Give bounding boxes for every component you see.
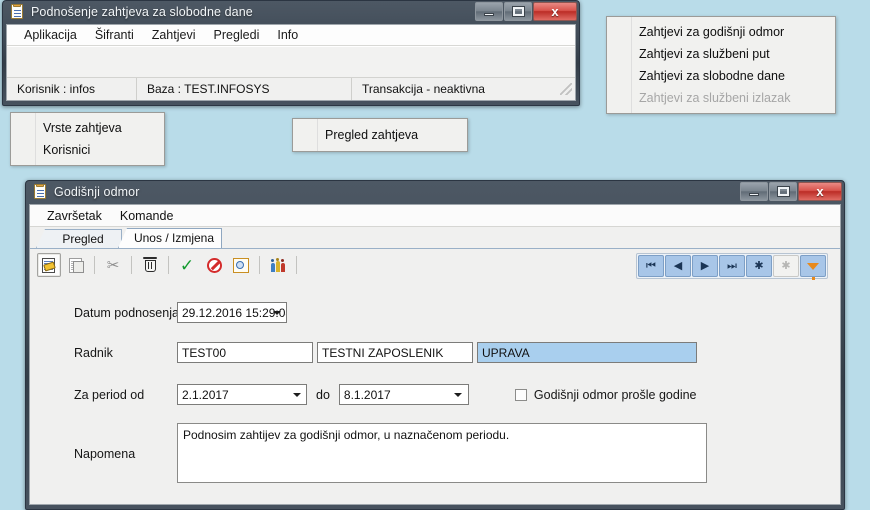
menu-item-zahtjevi[interactable]: Zahtjevi (143, 26, 205, 44)
users-icon[interactable] (266, 253, 290, 277)
delete-record-icon[interactable] (138, 253, 162, 277)
period-to-label: do (316, 387, 330, 402)
close-icon: x (551, 4, 559, 19)
menu-option-korisnici[interactable]: Korisnici (11, 139, 164, 161)
field-row-period: Za period od 2.1.2017 do 8.1.2017 Godišn… (74, 384, 697, 405)
new-record-button[interactable]: ✱ (746, 255, 772, 277)
main-window-client: Aplikacija Šifranti Zahtjevi Pregledi In… (6, 24, 576, 101)
datum-label: Datum podnosenja (74, 305, 179, 320)
menu-sifranti-dropdown: Vrste zahtjeva Korisnici (10, 112, 165, 166)
toolbar-separator (131, 256, 132, 274)
confirm-icon[interactable]: ✓ (175, 253, 199, 277)
field-row-radnik: Radnik TEST00 TESTNI ZAPOSLENIK UPRAVA (74, 342, 697, 363)
cut-record-icon: ✂ (106, 256, 120, 274)
menu-item-info[interactable]: Info (268, 26, 307, 44)
toolbar-separator (168, 256, 169, 274)
toolbar-separator (296, 256, 297, 274)
resize-grip-icon[interactable] (560, 83, 572, 95)
datum-combobox[interactable]: 29.12.2016 15:29:08 (177, 302, 287, 323)
form-menubar: Završetak Komande (30, 205, 840, 227)
filter-button[interactable] (800, 255, 826, 282)
period-label: Za period od (74, 387, 145, 402)
last-record-button[interactable]: ⏭ (719, 255, 745, 277)
tab-unos-izmjena[interactable]: Unos / Izmjena (118, 228, 222, 248)
form-window-controls: x (739, 182, 842, 201)
maximize-button[interactable] (769, 182, 797, 201)
form-toolbar: ✂ ✓ ⏮ ◀ ▶ ⏭ ✱ ✱ (30, 249, 840, 282)
preview-icon[interactable] (229, 253, 253, 277)
tab-pregled[interactable]: Pregled (36, 229, 122, 248)
menu-option-vrste-zahtjeva[interactable]: Vrste zahtjeva (11, 117, 164, 139)
minimize-button[interactable] (475, 2, 503, 21)
form-body: Datum podnosenja 29.12.2016 15:29:08 Rad… (30, 280, 840, 504)
chevron-down-icon[interactable] (269, 306, 284, 319)
radnik-label: Radnik (74, 345, 113, 360)
new-record-icon[interactable] (37, 253, 61, 277)
menu-option-sluzbeni-put[interactable]: Zahtjevi za službeni put (607, 43, 835, 65)
previous-year-checkbox[interactable] (514, 388, 527, 401)
next-record-button[interactable]: ▶ (692, 255, 718, 277)
chevron-down-icon[interactable] (289, 388, 304, 401)
period-from-combobox[interactable]: 2.1.2017 (177, 384, 307, 405)
tab-pregled-label: Pregled (62, 231, 104, 246)
radnik-code-input[interactable]: TEST00 (177, 342, 313, 363)
main-statusbar: Korisnik : infos Baza : TEST.INFOSYS Tra… (7, 77, 575, 100)
period-to-combobox[interactable]: 8.1.2017 (338, 384, 469, 405)
vacation-request-window: Godišnji odmor x Završetak Komande Pregl… (25, 180, 845, 510)
menu-option-godisnji-odmor[interactable]: Zahtjevi za godišnji odmor (607, 21, 835, 43)
field-row-napomena: Napomena Podnosim zahtijev za godišnji o… (74, 423, 707, 483)
menu-option-pregled-zahtjeva[interactable]: Pregled zahtjeva (293, 123, 467, 147)
copy-record-icon (64, 253, 88, 277)
chevron-down-icon[interactable] (451, 388, 466, 401)
main-window-workspace (7, 46, 575, 77)
toolbar-separator (259, 256, 260, 274)
menu-item-zavrsetak[interactable]: Završetak (38, 207, 111, 225)
funnel-icon (807, 262, 819, 282)
menu-pregledi-dropdown: Pregled zahtjeva (292, 118, 468, 152)
clipboard-icon (9, 4, 25, 20)
radnik-name-input[interactable]: TESTNI ZAPOSLENIK (317, 342, 473, 363)
close-icon: x (816, 184, 824, 199)
period-to-input[interactable]: 8.1.2017 (338, 384, 469, 405)
form-window-client: Završetak Komande Pregled Unos / Izmjena… (29, 204, 841, 505)
status-transaction: Transakcija - neaktivna (362, 82, 485, 96)
status-user: Korisnik : infos (7, 78, 137, 100)
field-row-datum: Datum podnosenja 29.12.2016 15:29:08 (74, 302, 287, 323)
menu-item-pregledi[interactable]: Pregledi (205, 26, 269, 44)
clipboard-icon (32, 184, 48, 200)
form-window-titlebar[interactable]: Godišnji odmor x (25, 180, 845, 204)
toolbar-separator (94, 256, 95, 274)
clear-record-button: ✱ (773, 255, 799, 277)
form-tabstrip: Pregled Unos / Izmjena (30, 227, 840, 249)
menu-item-sifranti[interactable]: Šifranti (86, 26, 143, 44)
menu-option-slobodne-dane[interactable]: Zahtjevi za slobodne dane (607, 65, 835, 87)
previous-year-checkbox-label: Godišnji odmor prošle godine (533, 387, 697, 402)
menu-option-sluzbeni-izlazak: Zahtjevi za službeni izlazak (639, 91, 791, 105)
menu-item-aplikacija[interactable]: Aplikacija (15, 26, 86, 44)
menu-zahtjevi-dropdown: Zahtjevi za godišnji odmor Zahtjevi za s… (606, 16, 836, 114)
close-button[interactable]: x (533, 2, 577, 21)
period-from-input[interactable]: 2.1.2017 (177, 384, 307, 405)
maximize-button[interactable] (504, 2, 532, 21)
cancel-icon[interactable] (202, 253, 226, 277)
form-window-title: Godišnji odmor (54, 185, 140, 199)
main-menubar: Aplikacija Šifranti Zahtjevi Pregledi In… (7, 25, 575, 46)
tab-unos-izmjena-label: Unos / Izmjena (133, 231, 215, 245)
minimize-button[interactable] (740, 182, 768, 201)
previous-year-checkbox-group[interactable]: Godišnji odmor prošle godine (514, 387, 697, 402)
menu-item-komande[interactable]: Komande (111, 207, 183, 225)
status-database: Baza : TEST.INFOSYS (137, 78, 352, 100)
previous-record-button[interactable]: ◀ (665, 255, 691, 277)
main-window-title: Podnošenje zahtjeva za slobodne dane (31, 5, 253, 19)
main-window-controls: x (474, 2, 577, 21)
main-window-titlebar[interactable]: Podnošenje zahtjeva za slobodne dane x (2, 0, 580, 24)
radnik-org-input[interactable]: UPRAVA (477, 342, 697, 363)
first-record-button[interactable]: ⏮ (638, 255, 664, 277)
close-button[interactable]: x (798, 182, 842, 201)
main-application-window: Podnošenje zahtjeva za slobodne dane x A… (2, 0, 580, 106)
napomena-label: Napomena (74, 447, 136, 461)
record-navigation-bar: ⏮ ◀ ▶ ⏭ ✱ ✱ (636, 253, 828, 282)
napomena-textarea[interactable]: Podnosim zahtijev za godišnji odmor, u n… (177, 423, 707, 483)
